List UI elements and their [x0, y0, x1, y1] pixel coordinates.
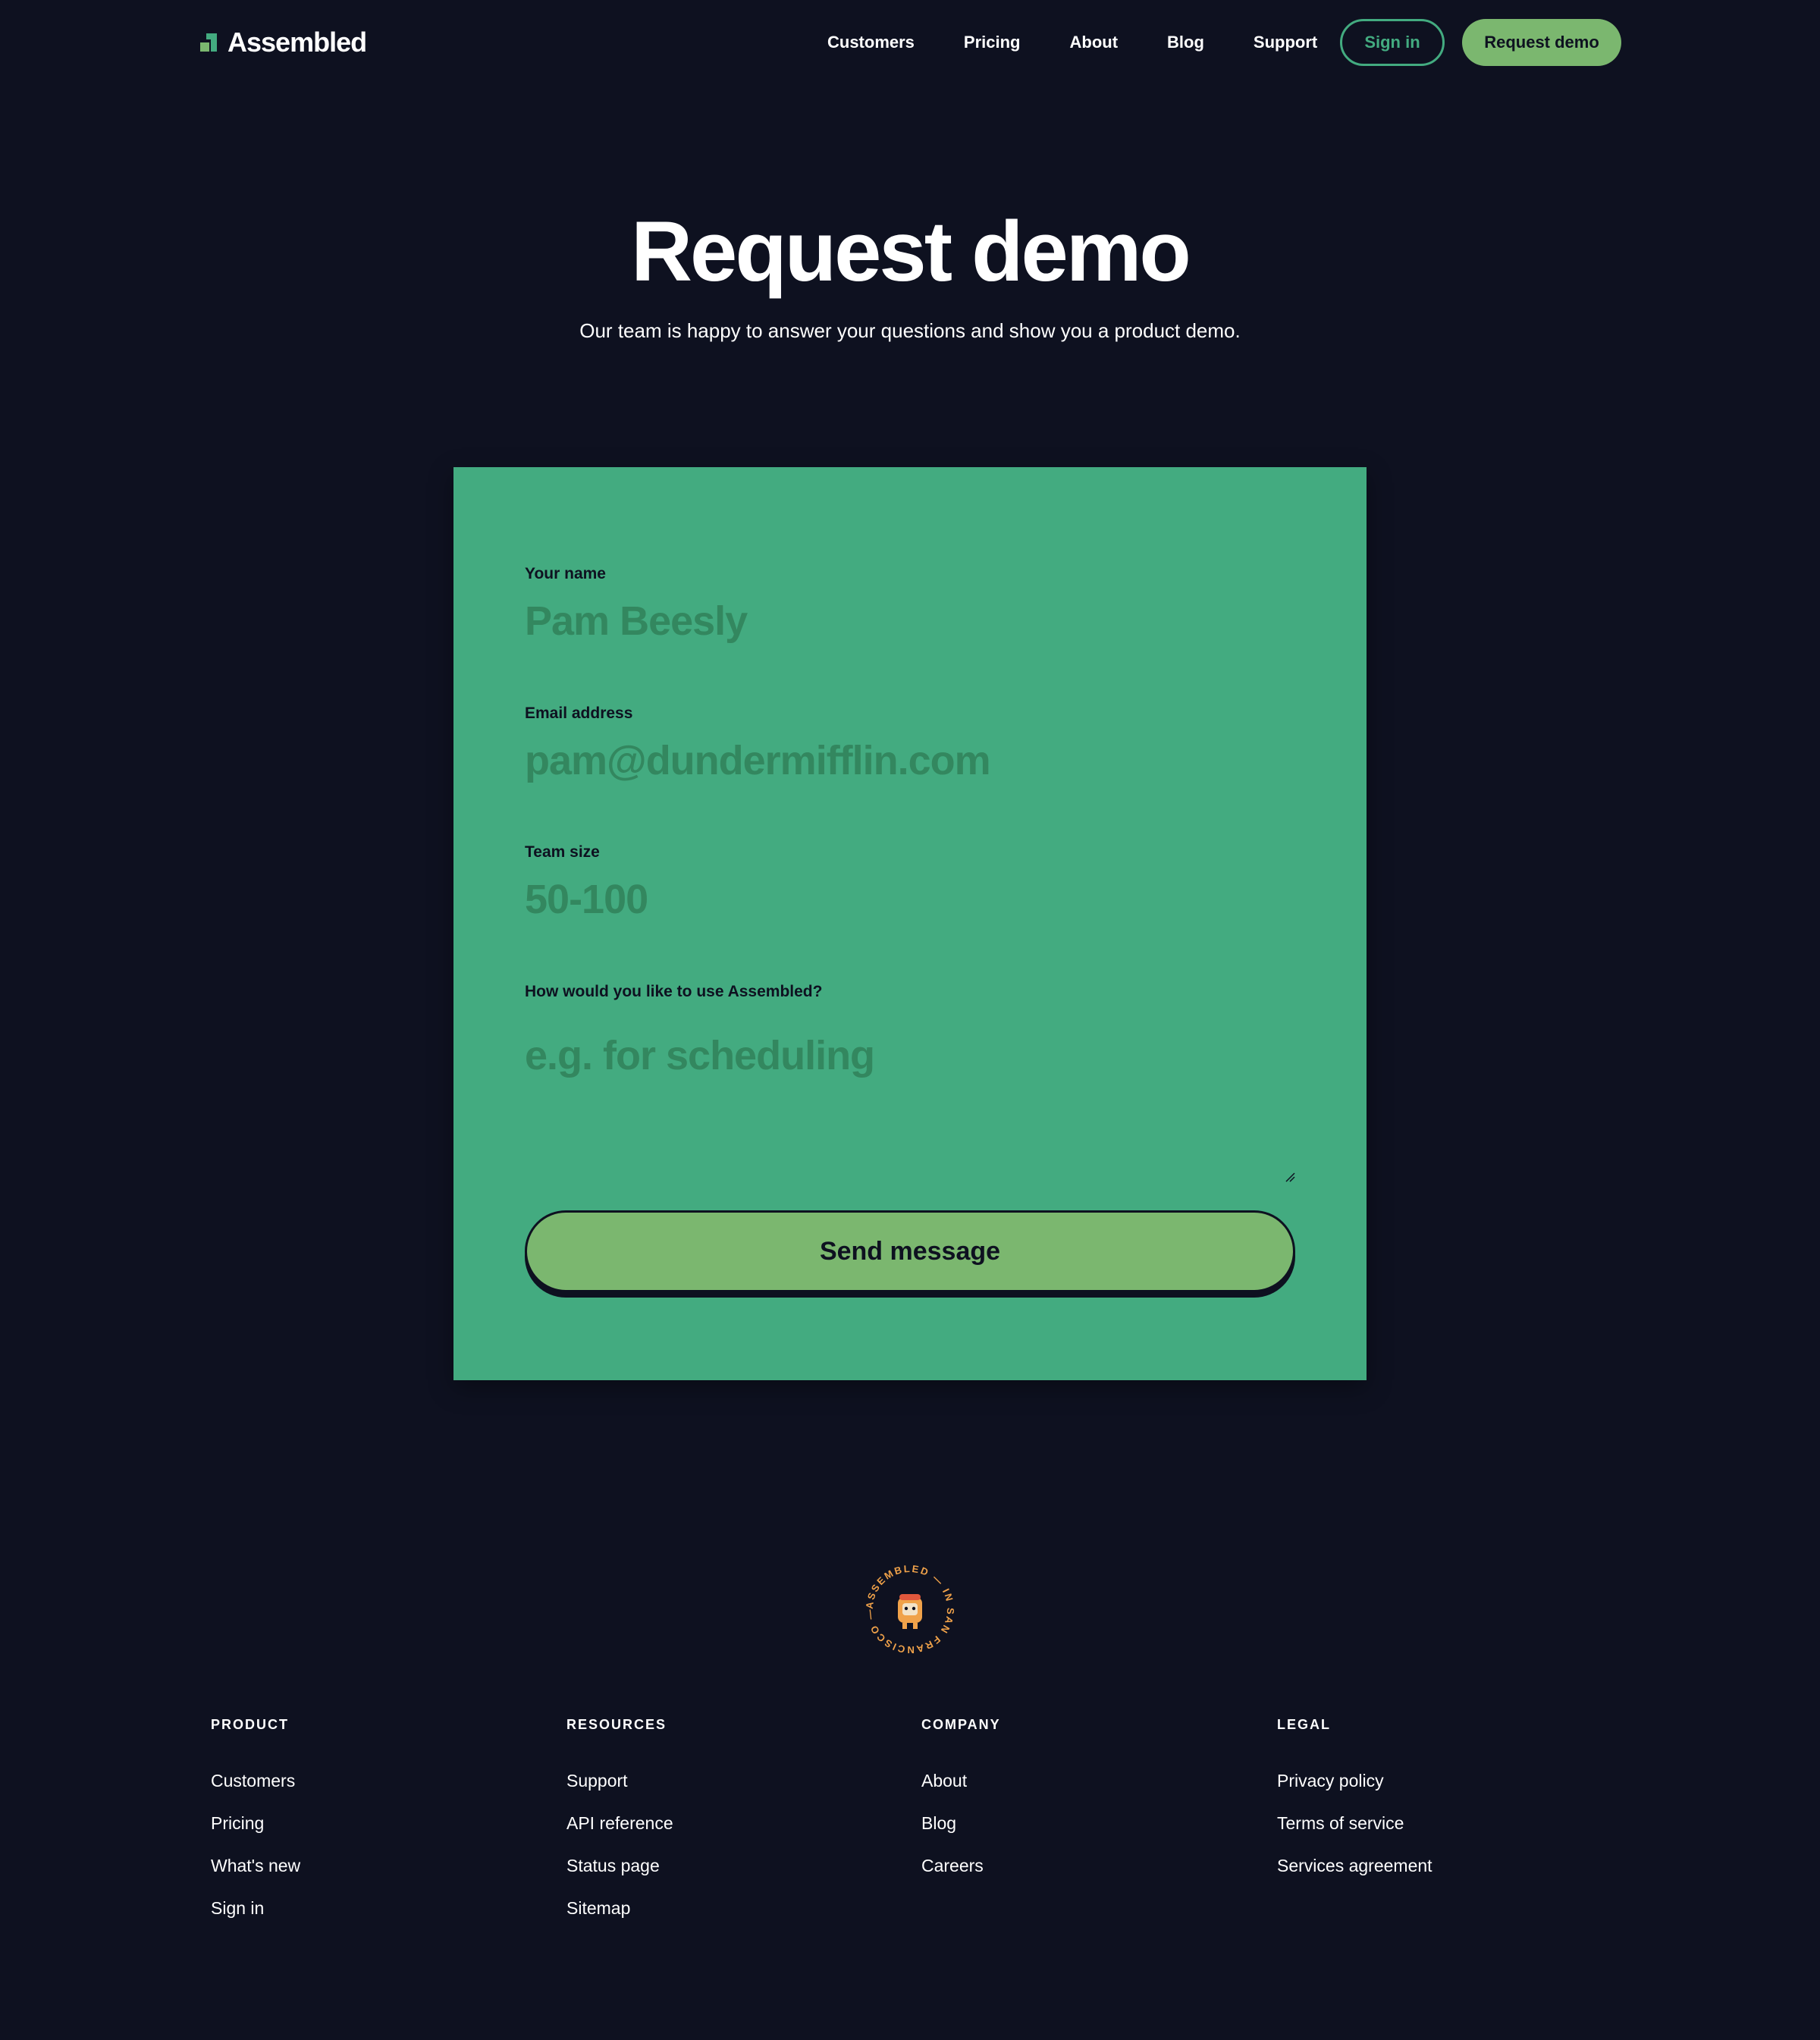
nav-customers[interactable]: Customers [827, 33, 915, 52]
request-demo-button[interactable]: Request demo [1462, 19, 1621, 66]
footer-link-pricing[interactable]: Pricing [211, 1802, 300, 1844]
footer-link-status-page[interactable]: Status page [566, 1844, 673, 1887]
footer-column-company: COMPANY About Blog Careers [921, 1715, 1001, 1887]
footer-link-sign-in[interactable]: Sign in [211, 1887, 300, 1929]
team-size-input[interactable] [525, 873, 1295, 926]
footer-link-services-agreement[interactable]: Services agreement [1277, 1844, 1432, 1887]
footer-heading: RESOURCES [566, 1717, 667, 1732]
use-label: How would you like to use Assembled? [525, 983, 823, 1000]
footer-link-about[interactable]: About [921, 1759, 1001, 1802]
team-size-label: Team size [525, 843, 600, 861]
demo-request-form: Your name Email address Team size How wo… [453, 467, 1367, 1380]
main-nav: Customers Pricing About Blog Support [789, 0, 1341, 85]
resize-grip-icon[interactable] [1285, 1172, 1295, 1182]
email-input[interactable] [525, 734, 1295, 787]
logo[interactable]: Assembled [199, 23, 367, 62]
send-message-button[interactable]: Send message [525, 1210, 1295, 1292]
assembled-logo-icon [200, 33, 217, 52]
nav-blog[interactable]: Blog [1167, 33, 1204, 52]
footer-link-sitemap[interactable]: Sitemap [566, 1887, 673, 1929]
footer-column-product: PRODUCT Customers Pricing What's new Sig… [211, 1715, 300, 1929]
page-title: Request demo [631, 204, 1191, 299]
use-textarea[interactable] [525, 1029, 1295, 1188]
sign-in-button[interactable]: Sign in [1340, 19, 1445, 66]
footer-heading: PRODUCT [211, 1717, 289, 1732]
nav-support[interactable]: Support [1254, 33, 1317, 52]
nav-pricing[interactable]: Pricing [964, 33, 1021, 52]
name-input[interactable] [525, 595, 1295, 648]
name-label: Your name [525, 565, 606, 582]
footer-link-support[interactable]: Support [566, 1759, 673, 1802]
footer-link-api-reference[interactable]: API reference [566, 1802, 673, 1844]
footer-link-blog[interactable]: Blog [921, 1802, 1001, 1844]
logo-text: Assembled [228, 27, 367, 58]
email-label: Email address [525, 705, 633, 722]
page-subtitle: Our team is happy to answer your questio… [579, 319, 1241, 342]
footer-column-legal: LEGAL Privacy policy Terms of service Se… [1277, 1715, 1432, 1887]
nav-about[interactable]: About [1070, 33, 1119, 52]
team-size-field-group: Team size [525, 841, 1295, 926]
footer-link-terms-of-service[interactable]: Terms of service [1277, 1802, 1432, 1844]
sf-badge-icon: ASSEMBLED — IN SAN FRANCISCO — [864, 1563, 955, 1656]
use-field-group: How would you like to use Assembled? [525, 981, 1295, 1188]
name-field-group: Your name [525, 563, 1295, 648]
footer-heading: LEGAL [1277, 1717, 1331, 1732]
footer-link-careers[interactable]: Careers [921, 1844, 1001, 1887]
email-field-group: Email address [525, 702, 1295, 787]
footer-link-whats-new[interactable]: What's new [211, 1844, 300, 1887]
footer-link-privacy-policy[interactable]: Privacy policy [1277, 1759, 1432, 1802]
footer-column-resources: RESOURCES Support API reference Status p… [566, 1715, 673, 1929]
footer-link-customers[interactable]: Customers [211, 1759, 300, 1802]
footer-heading: COMPANY [921, 1717, 1001, 1732]
site-header: Assembled Customers Pricing About Blog S… [0, 0, 1820, 85]
